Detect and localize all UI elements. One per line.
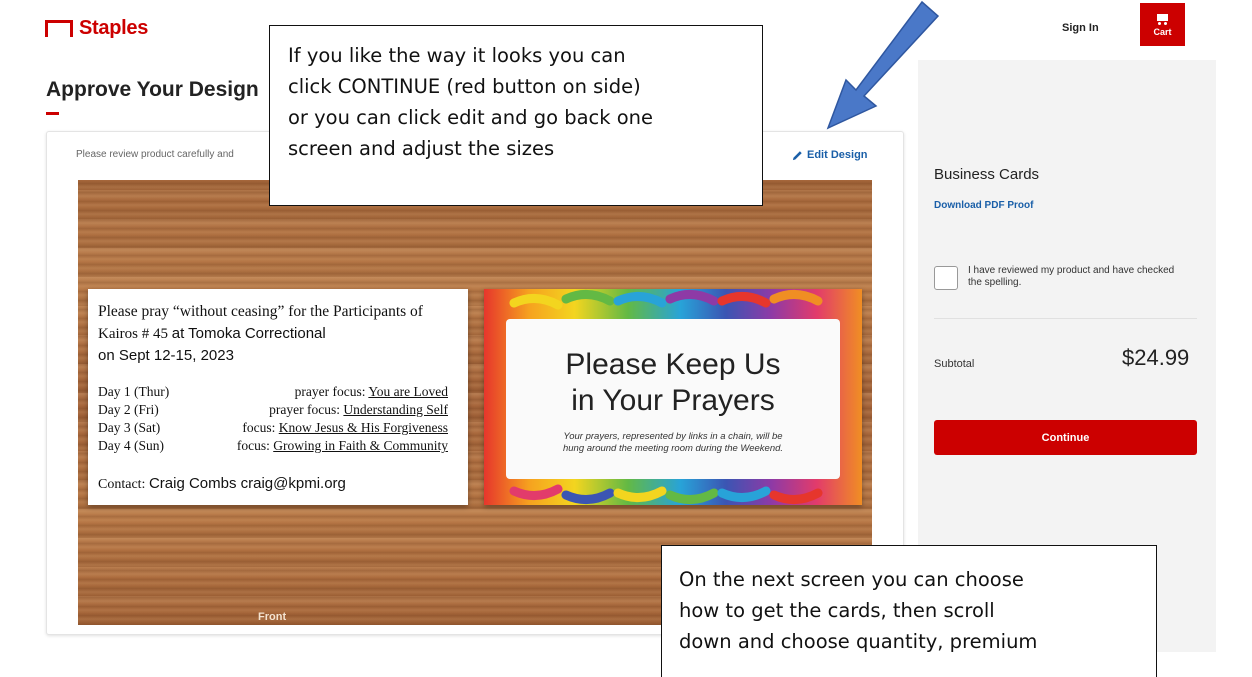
edit-design-label: Edit Design <box>807 149 868 161</box>
review-confirm-checkbox[interactable] <box>934 266 958 290</box>
card-dates: on Sept 12-15, 2023 <box>98 347 234 364</box>
card-back-title: Please Keep Us in Your Prayers <box>506 347 840 419</box>
callout-line: how to get the cards, then scroll <box>679 599 995 622</box>
contact-label: Contact: <box>98 477 149 492</box>
callout-line: If you like the way it looks you can <box>288 44 626 67</box>
sign-in-link[interactable]: Sign In <box>1062 22 1099 34</box>
card-back-note-line2: hung around the meeting room during the … <box>562 443 784 454</box>
continue-button[interactable]: Continue <box>934 420 1197 455</box>
product-name: Business Cards <box>934 166 1040 183</box>
blue-arrow-annotation <box>826 0 940 130</box>
sidebar-divider <box>934 318 1197 319</box>
contact-value: Craig Combs craig@kpmi.org <box>148 475 346 492</box>
day-focus: prayer focus: You are Loved <box>295 384 448 400</box>
day-label: Day 2 (Fri) <box>98 402 159 417</box>
logo-text: Staples <box>79 17 149 39</box>
day-label: Day 4 (Sun) <box>98 438 164 453</box>
edit-design-link[interactable]: Edit Design <box>792 149 868 161</box>
review-confirm-label: I have reviewed my product and have chec… <box>968 265 1175 288</box>
page-title: Approve Your Design <box>46 78 259 101</box>
callout-line: screen and adjust the sizes <box>288 137 555 160</box>
callout-line: click CONTINUE (red button on side) <box>288 75 641 98</box>
callout-line: or you can click edit and go back one <box>288 106 654 129</box>
day-focus: focus: Know Jesus & His Forgiveness <box>242 420 448 436</box>
instruction-callout-bottom: On the next screen you can choose how to… <box>661 545 1157 677</box>
card-location: at Tomoka Correctional <box>171 325 326 342</box>
staples-logo-icon <box>45 20 73 37</box>
day-focus: prayer focus: Understanding Self <box>269 402 448 418</box>
focus-prefix: prayer focus: <box>269 402 344 417</box>
card-back-title-line2: in Your Prayers <box>571 384 775 417</box>
title-accent-bar <box>46 112 59 115</box>
cart-icon <box>1156 13 1170 25</box>
focus-prefix: focus: <box>236 438 274 453</box>
instruction-callout-top: If you like the way it looks you can cli… <box>269 25 763 206</box>
front-side-label: Front <box>258 611 287 623</box>
card-kairos-number: Kairos # 45 <box>98 326 172 342</box>
focus-topic: Growing in Faith & Community <box>273 438 448 453</box>
download-pdf-proof-link[interactable]: Download PDF Proof <box>934 200 1033 211</box>
card-prayer-request: Please pray “without ceasing” for the Pa… <box>98 303 423 320</box>
card-back-note-line1: Your prayers, represented by links in a … <box>563 431 783 442</box>
focus-prefix: prayer focus: <box>294 384 369 399</box>
day-label: Day 3 (Sat) <box>98 420 161 435</box>
callout-line: On the next screen you can choose <box>679 568 1024 591</box>
focus-topic: Understanding Self <box>343 402 448 417</box>
card-event-line: Kairos # 45 at Tomoka Correctional <box>98 325 326 343</box>
business-card-back: Please Keep Us in Your Prayers Your pray… <box>484 289 862 505</box>
callout-line: down and choose quantity, premium <box>679 630 1038 653</box>
focus-prefix: focus: <box>242 420 279 435</box>
cart-label: Cart <box>1153 26 1172 37</box>
subtotal-value: $24.99 <box>1122 345 1190 370</box>
cart-button[interactable]: Cart <box>1140 3 1185 46</box>
day-label: Day 1 (Thur) <box>98 384 170 399</box>
pencil-icon <box>792 150 802 160</box>
staples-logo[interactable]: Staples <box>45 17 148 40</box>
card-contact: Contact: Craig Combs craig@kpmi.org <box>98 475 346 493</box>
business-card-front: Please pray “without ceasing” for the Pa… <box>88 289 468 505</box>
review-instructions: Please review product carefully and <box>76 149 234 160</box>
focus-topic: You are Loved <box>368 384 448 399</box>
card-back-title-line1: Please Keep Us <box>565 348 781 381</box>
day-focus: focus: Growing in Faith & Community <box>237 438 448 454</box>
card-back-note: Your prayers, represented by links in a … <box>506 431 840 455</box>
card-back-content: Please Keep Us in Your Prayers Your pray… <box>506 319 840 479</box>
subtotal-label: Subtotal <box>934 358 975 370</box>
focus-topic: Know Jesus & His Forgiveness <box>278 420 448 435</box>
